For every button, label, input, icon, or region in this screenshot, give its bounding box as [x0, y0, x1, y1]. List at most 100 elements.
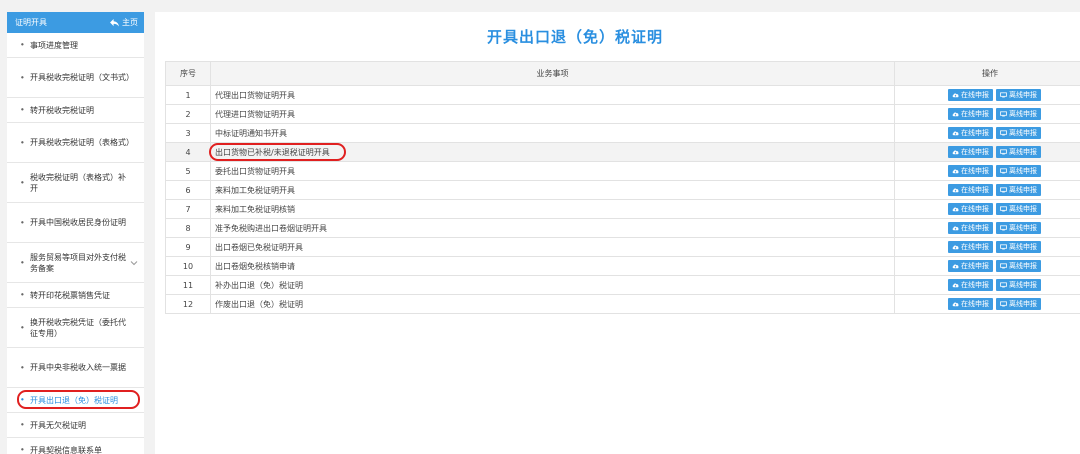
sidebar-item-stamp-voucher[interactable]: 转开印花税票销售凭证: [7, 283, 144, 308]
online-apply-button[interactable]: 在线申报: [948, 241, 993, 253]
offline-apply-label: 离线申报: [1009, 224, 1037, 232]
row-index: 6: [165, 180, 211, 200]
row-index: 11: [165, 275, 211, 295]
row-actions: 在线申报 离线申报: [894, 142, 1080, 162]
table-header-row: 序号 业务事项 操作: [165, 61, 1080, 86]
row-actions: 在线申报 离线申报: [894, 104, 1080, 124]
offline-apply-label: 离线申报: [1009, 186, 1037, 194]
row-item: 委托出口货物证明开具: [210, 161, 895, 181]
row-index: 5: [165, 161, 211, 181]
table-row: 10 出口卷烟免税核销申请 在线申报 离线申报: [165, 256, 1080, 276]
monitor-icon: [1000, 263, 1007, 269]
sidebar-title: 证明开具: [15, 18, 47, 27]
online-apply-button[interactable]: 在线申报: [948, 203, 993, 215]
offline-apply-label: 离线申报: [1009, 148, 1037, 156]
online-apply-label: 在线申报: [961, 129, 989, 137]
row-actions: 在线申报 离线申报: [894, 237, 1080, 257]
monitor-icon: [1000, 149, 1007, 155]
sidebar-header: 证明开具 主页: [7, 12, 144, 33]
sidebar-item-tax-cert-table[interactable]: 开具税收完税证明（表格式）: [7, 123, 144, 163]
row-item: 出口卷烟已免税证明开具: [210, 237, 895, 257]
sidebar-item-progress[interactable]: 事项进度管理: [7, 33, 144, 58]
table-row: 3 中标证明通知书开具 在线申报 离线申报: [165, 123, 1080, 143]
column-header-item: 业务事项: [210, 61, 895, 86]
online-apply-button[interactable]: 在线申报: [948, 89, 993, 101]
sidebar-item-service-trade[interactable]: 服务贸易等项目对外支付税务备案: [7, 243, 144, 283]
online-apply-label: 在线申报: [961, 243, 989, 251]
offline-apply-button[interactable]: 离线申报: [996, 184, 1041, 196]
monitor-icon: [1000, 225, 1007, 231]
online-apply-button[interactable]: 在线申报: [948, 165, 993, 177]
online-apply-label: 在线申报: [961, 262, 989, 270]
table-row: 2 代理进口货物证明开具 在线申报 离线申报: [165, 104, 1080, 124]
sidebar-item-nontax-receipt[interactable]: 开具中央非税收入统一票据: [7, 348, 144, 388]
sidebar-item-label: 转开印花税票销售凭证: [30, 290, 110, 300]
monitor-icon: [1000, 130, 1007, 136]
row-index: 4: [165, 142, 211, 162]
row-actions: 在线申报 离线申报: [894, 256, 1080, 276]
sidebar-item-deed-tax-contact[interactable]: 开具契税信息联系单: [7, 438, 144, 454]
offline-apply-button[interactable]: 离线申报: [996, 127, 1041, 139]
offline-apply-button[interactable]: 离线申报: [996, 241, 1041, 253]
sidebar-item-transfer-cert[interactable]: 转开税收完税证明: [7, 98, 144, 123]
offline-apply-button[interactable]: 离线申报: [996, 108, 1041, 120]
offline-apply-button[interactable]: 离线申报: [996, 89, 1041, 101]
cloud-upload-icon: [952, 150, 959, 155]
sidebar-item-entrusted-voucher[interactable]: 换开税收完税凭证（委托代征专用）: [7, 308, 144, 348]
offline-apply-button[interactable]: 离线申报: [996, 298, 1041, 310]
row-actions: 在线申报 离线申报: [894, 199, 1080, 219]
monitor-icon: [1000, 244, 1007, 250]
row-index: 12: [165, 294, 211, 314]
table-row: 6 来料加工免税证明开具 在线申报 离线申报: [165, 180, 1080, 200]
sidebar-item-export-refund-cert[interactable]: 开具出口退（免）税证明: [7, 388, 144, 413]
row-index: 10: [165, 256, 211, 276]
online-apply-label: 在线申报: [961, 205, 989, 213]
row-actions: 在线申报 离线申报: [894, 123, 1080, 143]
offline-apply-button[interactable]: 离线申报: [996, 260, 1041, 272]
row-actions: 在线申报 离线申报: [894, 218, 1080, 238]
online-apply-button[interactable]: 在线申报: [948, 260, 993, 272]
monitor-icon: [1000, 206, 1007, 212]
online-apply-button[interactable]: 在线申报: [948, 184, 993, 196]
cloud-upload-icon: [952, 112, 959, 117]
offline-apply-button[interactable]: 离线申报: [996, 222, 1041, 234]
cloud-upload-icon: [952, 131, 959, 136]
sidebar-item-no-arrears-cert[interactable]: 开具无欠税证明: [7, 413, 144, 438]
row-item: 作废出口退（免）税证明: [210, 294, 895, 314]
online-apply-button[interactable]: 在线申报: [948, 222, 993, 234]
offline-apply-label: 离线申报: [1009, 167, 1037, 175]
chevron-down-icon[interactable]: [130, 259, 138, 267]
cloud-upload-icon: [952, 207, 959, 212]
row-item: 来料加工免税证明核销: [210, 199, 895, 219]
online-apply-button[interactable]: 在线申报: [948, 146, 993, 158]
monitor-icon: [1000, 282, 1007, 288]
row-item: 中标证明通知书开具: [210, 123, 895, 143]
row-index: 8: [165, 218, 211, 238]
row-item: 准予免税购进出口卷烟证明开具: [210, 218, 895, 238]
column-header-index: 序号: [165, 61, 211, 86]
home-link[interactable]: 主页: [110, 17, 138, 28]
table-row: 9 出口卷烟已免税证明开具 在线申报 离线申报: [165, 237, 1080, 257]
online-apply-label: 在线申报: [961, 91, 989, 99]
table-row: 12 作废出口退（免）税证明 在线申报 离线申报: [165, 294, 1080, 314]
sidebar-item-tax-cert-doc[interactable]: 开具税收完税证明（文书式）: [7, 58, 144, 98]
online-apply-button[interactable]: 在线申报: [948, 298, 993, 310]
online-apply-button[interactable]: 在线申报: [948, 279, 993, 291]
offline-apply-button[interactable]: 离线申报: [996, 279, 1041, 291]
row-item: 来料加工免税证明开具: [210, 180, 895, 200]
sidebar-item-residency-cert[interactable]: 开具中国税收居民身份证明: [7, 203, 144, 243]
online-apply-button[interactable]: 在线申报: [948, 127, 993, 139]
online-apply-label: 在线申报: [961, 300, 989, 308]
offline-apply-button[interactable]: 离线申报: [996, 165, 1041, 177]
row-actions: 在线申报 离线申报: [894, 294, 1080, 314]
offline-apply-button[interactable]: 离线申报: [996, 203, 1041, 215]
row-index: 7: [165, 199, 211, 219]
online-apply-button[interactable]: 在线申报: [948, 108, 993, 120]
sidebar-item-label: 开具无欠税证明: [30, 420, 86, 430]
sidebar-item-tax-cert-reissue[interactable]: 税收完税证明（表格式）补开: [7, 163, 144, 203]
offline-apply-label: 离线申报: [1009, 205, 1037, 213]
back-arrow-icon: [110, 18, 119, 27]
monitor-icon: [1000, 301, 1007, 307]
page-title: 开具出口退（免）税证明: [486, 28, 663, 46]
offline-apply-button[interactable]: 离线申报: [996, 146, 1041, 158]
